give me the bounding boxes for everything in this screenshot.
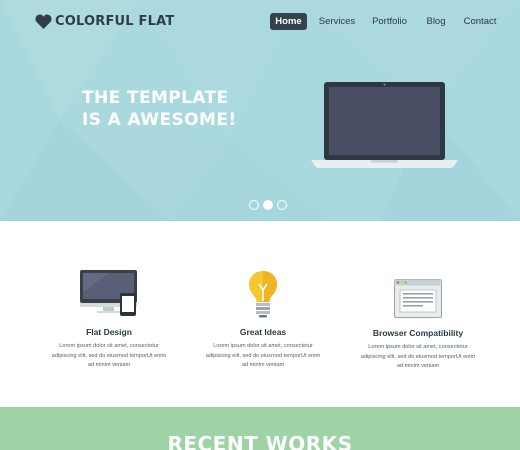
feature-description-line: Lorem ipsum dolor sit amet, consectetur: [368, 344, 468, 350]
feature-description-line: Lorem ipsum dolor sit amet, consectetur: [213, 343, 313, 349]
recent-works-title: RECENT WORKS: [167, 432, 353, 450]
feature-title: Flat Design: [86, 327, 132, 337]
feature-description-line: adipiscing elit, sed do eiusmod temporUt…: [360, 353, 476, 360]
browser-window-icon: [394, 279, 442, 318]
lightbulb-icon: [249, 271, 277, 318]
recent-works-section: RECENT WORKS: [0, 407, 520, 450]
feature-description: Lorem ipsum dolor sit amet, consectetur …: [333, 343, 503, 372]
feature-description-line: adipiscing elit, sed do eiusmod temporUt…: [51, 352, 167, 359]
feature-description-line: adipiscing elit, sed do eiusmod temporUt…: [205, 352, 321, 359]
heart-icon: [35, 14, 52, 29]
slider-pagination: [249, 200, 289, 211]
feature-title: Browser Compatibility: [372, 328, 464, 338]
brand-name: COLORFUL FLAT: [55, 13, 175, 29]
laptop-illustration: [311, 82, 458, 168]
feature-description: Lorem ipsum dolor sit amet, consectetur …: [178, 342, 348, 371]
feature-description-line: ad minim veniam: [87, 362, 131, 368]
hero-headline-line2: IS A AWESOME!: [82, 110, 237, 130]
brand-logo[interactable]: COLORFUL FLAT: [35, 12, 174, 30]
nav-item-blog[interactable]: Blog: [423, 13, 449, 30]
slider-dot-3[interactable]: [277, 200, 287, 210]
top-navigation: COLORFUL FLAT Home Services Portfolio Bl…: [0, 0, 520, 42]
feature-description: Lorem ipsum dolor sit amet, consectetur …: [24, 342, 194, 371]
features-section: Flat Design Lorem ipsum dolor sit amet, …: [0, 221, 520, 407]
feature-title: Great Ideas: [239, 327, 287, 337]
slider-dot-1[interactable]: [249, 200, 259, 210]
hero-slider: COLORFUL FLAT Home Services Portfolio Bl…: [0, 0, 520, 221]
hero-headline-line1: THE TEMPLATE: [82, 88, 229, 108]
slider-dot-2[interactable]: [263, 200, 273, 210]
feature-description-line: ad minim veniam: [241, 362, 285, 368]
hero-headline: THE TEMPLATE IS A AWESOME!: [82, 87, 237, 131]
desktop-tablet-icon: [80, 270, 137, 316]
nav-item-portfolio[interactable]: Portfolio: [369, 13, 410, 30]
nav-item-services[interactable]: Services: [317, 13, 357, 30]
feature-description-line: ad minim veniam: [396, 363, 440, 369]
nav-item-contact[interactable]: Contact: [461, 13, 499, 30]
nav-item-home[interactable]: Home: [270, 13, 307, 30]
feature-description-line: Lorem ipsum dolor sit amet, consectetur: [59, 343, 159, 349]
